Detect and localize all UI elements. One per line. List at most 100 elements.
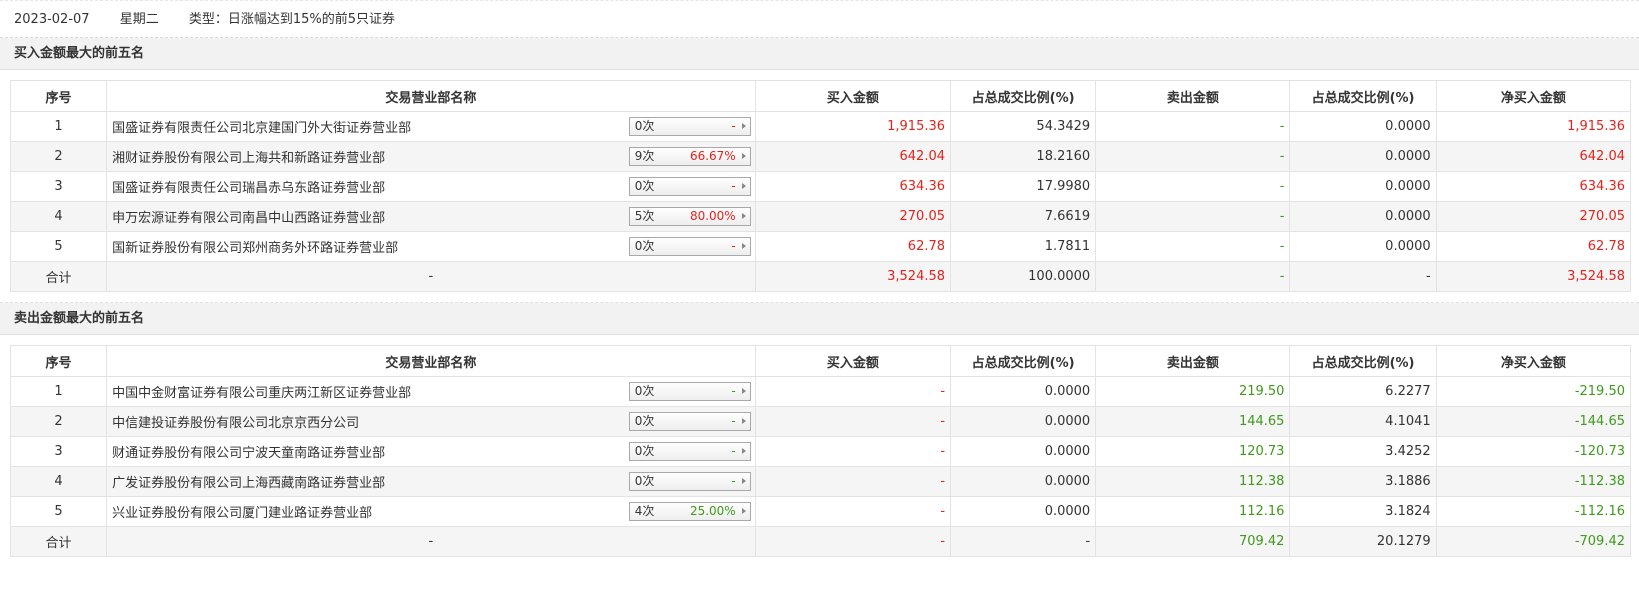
buy-amount: - (754, 466, 952, 497)
history-count-dropdown[interactable]: 9次 66.67% (628, 147, 751, 166)
chevron-right-icon (741, 418, 746, 424)
buy-pct: 0.0000 (950, 436, 1097, 467)
chevron-right-icon (741, 388, 746, 394)
row-index: 4 (9, 466, 108, 497)
net-amount: 642.04 (1435, 141, 1632, 172)
total-sell-pct: - (1289, 261, 1437, 292)
history-times: 0次 (634, 179, 655, 193)
chevron-right-icon (741, 243, 746, 249)
branch-name[interactable]: 湘财证券股份有限公司上海共和新路证券营业部 (112, 147, 385, 166)
buy-pct: 54.3429 (950, 111, 1097, 142)
history-count-dropdown[interactable]: 0次 - (628, 472, 751, 491)
branch-cell: 中信建投证券股份有限公司北京京西分公司 0次 - (106, 406, 756, 437)
history-count-dropdown[interactable]: 0次 - (628, 442, 751, 461)
branch-name[interactable]: 国盛证券有限责任公司瑞昌赤乌东路证券营业部 (112, 177, 385, 196)
branch-cell: 广发证券股份有限公司上海西藏南路证券营业部 0次 - (106, 466, 756, 497)
sell-amount: 112.16 (1095, 496, 1291, 527)
col-sell-amount: 卖出金额 (1095, 80, 1291, 112)
history-times: 0次 (634, 119, 655, 133)
sell-amount: - (1095, 111, 1291, 142)
chevron-right-icon (741, 213, 746, 219)
branch-name[interactable]: 广发证券股份有限公司上海西藏南路证券营业部 (112, 472, 385, 491)
buy-pct: 0.0000 (950, 406, 1097, 437)
branch-name[interactable]: 国盛证券有限责任公司北京建国门外大街证券营业部 (112, 117, 411, 136)
col-branch-name: 交易营业部名称 (106, 345, 756, 377)
table-row: 2 湘财证券股份有限公司上海共和新路证券营业部 9次 66.67% 642.04… (9, 141, 1632, 172)
list-type: 类型：日涨幅达到15%的前5只证券 (188, 12, 396, 27)
total-label: 合计 (9, 261, 108, 292)
col-index: 序号 (9, 80, 108, 112)
total-row: 合计 - 3,524.58 100.0000 - - 3,524.58 (9, 261, 1632, 292)
history-times: 9次 (634, 149, 655, 163)
history-rate: - (731, 444, 736, 458)
branch-name[interactable]: 国新证券股份有限公司郑州商务外环路证券营业部 (112, 237, 398, 256)
sell-pct: 0.0000 (1289, 231, 1437, 262)
table-row: 3 国盛证券有限责任公司瑞昌赤乌东路证券营业部 0次 - 634.36 17.9… (9, 171, 1632, 202)
total-buy-amount: - (754, 526, 952, 557)
sell-table-wrap: 序号 交易营业部名称 买入金额 占总成交比例(%) 卖出金额 占总成交比例(%)… (0, 335, 1639, 561)
branch-name[interactable]: 中信建投证券股份有限公司北京京西分公司 (112, 412, 359, 431)
sell-amount: 219.50 (1095, 376, 1291, 407)
sell-amount: - (1095, 231, 1291, 262)
table-row: 2 中信建投证券股份有限公司北京京西分公司 0次 - - 0.0000 144.… (9, 406, 1632, 437)
branch-name[interactable]: 财通证券股份有限公司宁波天童南路证券营业部 (112, 442, 385, 461)
table-row: 3 财通证券股份有限公司宁波天童南路证券营业部 0次 - - 0.0000 12… (9, 436, 1632, 467)
total-net-amount: -709.42 (1435, 526, 1632, 557)
history-count-dropdown[interactable]: 4次 25.00% (628, 502, 751, 521)
sell-amount: - (1095, 201, 1291, 232)
total-name: - (106, 526, 756, 557)
net-amount: 62.78 (1435, 231, 1632, 262)
buy-amount: 62.78 (754, 231, 952, 262)
sell-amount: - (1095, 171, 1291, 202)
history-rate: - (731, 239, 736, 253)
branch-name[interactable]: 兴业证券股份有限公司厦门建业路证券营业部 (112, 502, 372, 521)
branch-cell: 国盛证券有限责任公司北京建国门外大街证券营业部 0次 - (106, 111, 756, 142)
col-buy-amount: 买入金额 (754, 80, 952, 112)
history-rate: 25.00% (689, 504, 736, 518)
trade-date: 2023-02-07 (14, 12, 90, 27)
buy-amount: 270.05 (754, 201, 952, 232)
sell-pct: 0.0000 (1289, 111, 1437, 142)
buy-amount: - (754, 496, 952, 527)
row-index: 3 (9, 171, 108, 202)
branch-cell: 国盛证券有限责任公司瑞昌赤乌东路证券营业部 0次 - (106, 171, 756, 202)
col-buy-pct: 占总成交比例(%) (950, 80, 1097, 112)
history-rate: - (731, 179, 736, 193)
net-amount: -112.38 (1435, 466, 1632, 497)
col-sell-amount: 卖出金额 (1095, 345, 1291, 377)
history-count-dropdown[interactable]: 0次 - (628, 237, 751, 256)
total-buy-pct: - (950, 526, 1097, 557)
history-rate: 80.00% (689, 209, 736, 223)
branch-name[interactable]: 中国中金财富证券有限公司重庆两江新区证券营业部 (112, 382, 411, 401)
info-bar: 2023-02-07 星期二 类型：日涨幅达到15%的前5只证券 (0, 0, 1639, 38)
weekday: 星期二 (119, 12, 159, 27)
buy-pct: 1.7811 (950, 231, 1097, 262)
net-amount: -219.50 (1435, 376, 1632, 407)
sell-amount: 120.73 (1095, 436, 1291, 467)
history-count-dropdown[interactable]: 0次 - (628, 412, 751, 431)
buy-section-title: 买入金额最大的前五名 (0, 38, 1639, 70)
total-buy-amount: 3,524.58 (754, 261, 952, 292)
history-rate: - (731, 384, 736, 398)
total-sell-amount: - (1095, 261, 1291, 292)
history-count-dropdown[interactable]: 0次 - (628, 117, 751, 136)
history-times: 0次 (634, 414, 655, 428)
buy-pct: 0.0000 (950, 376, 1097, 407)
col-index: 序号 (9, 345, 108, 377)
buy-amount: 642.04 (754, 141, 952, 172)
history-count-dropdown[interactable]: 0次 - (628, 177, 751, 196)
buy-amount: - (754, 376, 952, 407)
history-count-dropdown[interactable]: 5次 80.00% (628, 207, 751, 226)
net-amount: -120.73 (1435, 436, 1632, 467)
col-branch-name: 交易营业部名称 (106, 80, 756, 112)
buy-pct: 18.2160 (950, 141, 1097, 172)
chevron-right-icon (741, 183, 746, 189)
buy-table: 序号 交易营业部名称 买入金额 占总成交比例(%) 卖出金额 占总成交比例(%)… (9, 80, 1632, 292)
chevron-right-icon (741, 153, 746, 159)
table-row: 4 申万宏源证券有限公司南昌中山西路证券营业部 5次 80.00% 270.05… (9, 201, 1632, 232)
branch-name[interactable]: 申万宏源证券有限公司南昌中山西路证券营业部 (112, 207, 385, 226)
total-label: 合计 (9, 526, 108, 557)
history-count-dropdown[interactable]: 0次 - (628, 382, 751, 401)
buy-amount: 1,915.36 (754, 111, 952, 142)
buy-pct: 0.0000 (950, 466, 1097, 497)
